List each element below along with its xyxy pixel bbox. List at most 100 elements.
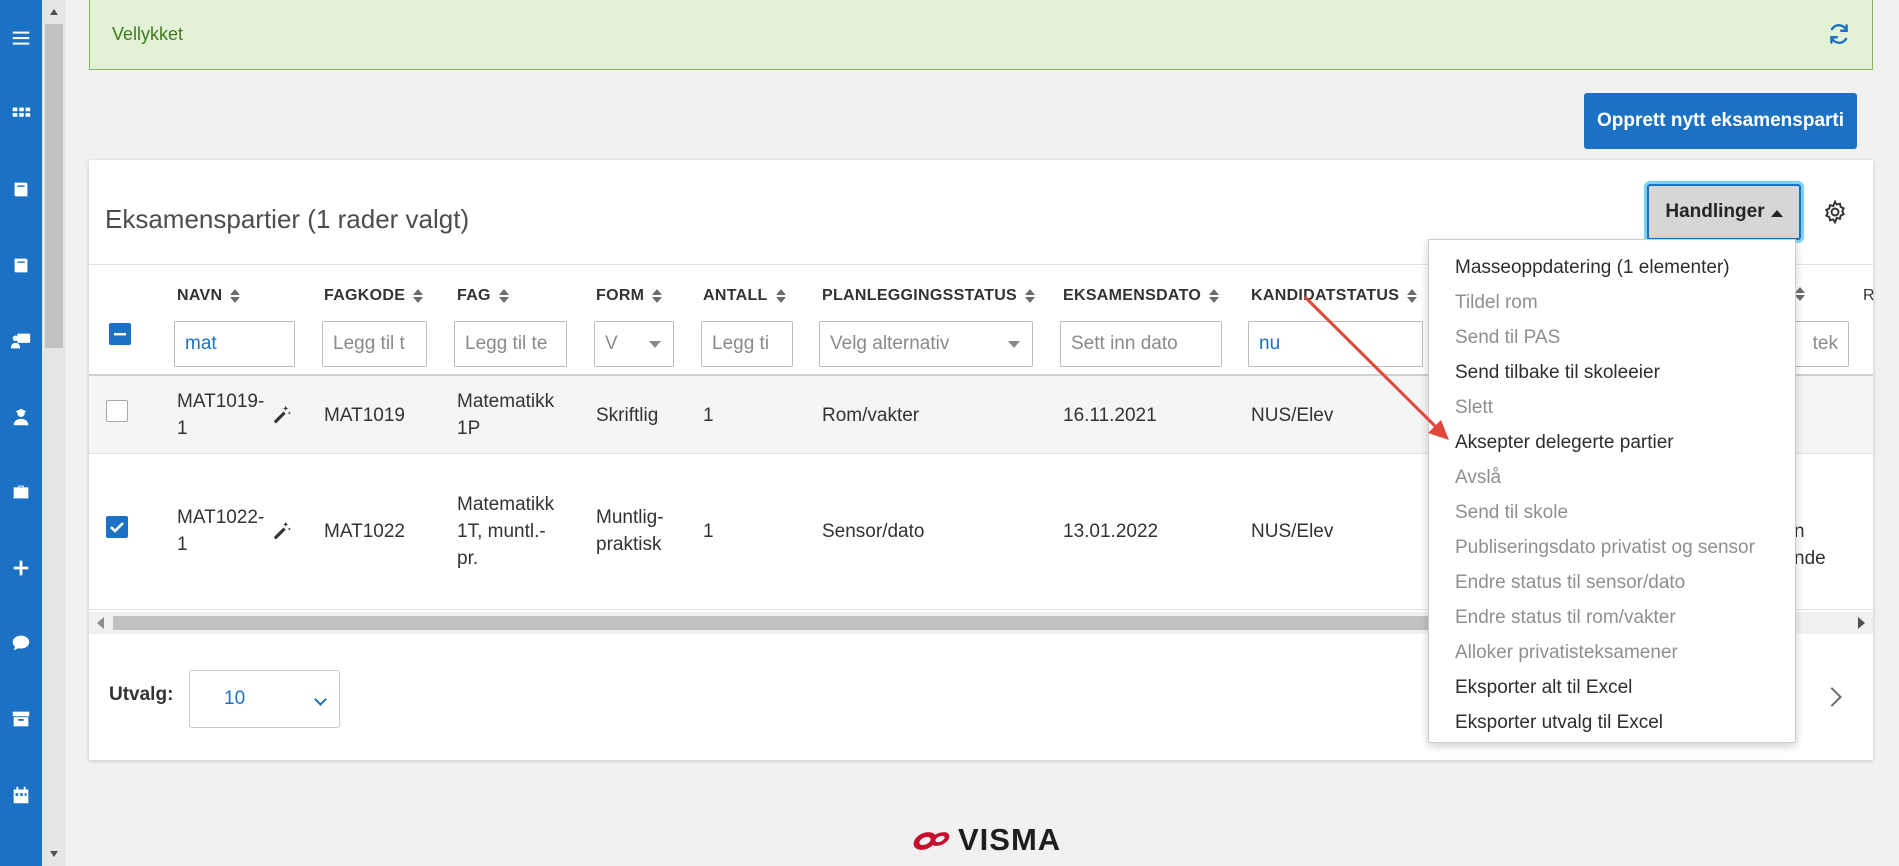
filter-placeholder: Sett inn dato bbox=[1071, 333, 1178, 354]
cell-fag: Matematikk 1T, muntl.- pr. bbox=[457, 491, 554, 572]
fag-line: 1T, muntl.- bbox=[457, 521, 546, 542]
filter-fagkode-input[interactable]: Legg til t bbox=[322, 321, 427, 367]
calendar-icon[interactable] bbox=[0, 775, 42, 815]
grid-icon[interactable] bbox=[0, 94, 42, 134]
cell-eksamensdato: 16.11.2021 bbox=[1063, 405, 1157, 426]
cell-form: Skriftlig bbox=[596, 405, 659, 426]
column-label: NAVN bbox=[177, 287, 223, 304]
sort-icon bbox=[1209, 289, 1220, 303]
page-scrollbar[interactable] bbox=[42, 0, 66, 866]
scroll-left-arrow-icon[interactable] bbox=[97, 617, 104, 629]
column-header-partial[interactable] bbox=[1795, 287, 1805, 301]
menu-item-alloker-privatisteksamener: Alloker privatisteksamener bbox=[1455, 641, 1678, 663]
filter-planleggingsstatus-select[interactable]: Velg alternativ bbox=[819, 321, 1033, 367]
filter-kandidatstatus-input[interactable]: nu bbox=[1248, 321, 1423, 367]
filter-fag-input[interactable]: Legg til te bbox=[454, 321, 567, 367]
cell-form: Muntlig-praktisk bbox=[596, 504, 664, 558]
cell-planleggingsstatus: Sensor/dato bbox=[822, 521, 925, 542]
visma-logo-icon bbox=[913, 832, 950, 850]
filter-placeholder: Legg til t bbox=[333, 333, 405, 354]
column-header-antall[interactable]: ANTALL bbox=[703, 287, 786, 305]
column-label: EKSAMENSDATO bbox=[1063, 287, 1202, 304]
column-header-form[interactable]: FORM bbox=[596, 287, 663, 305]
column-label: KANDIDATSTATUS bbox=[1251, 287, 1400, 304]
scroll-down-arrow-icon[interactable] bbox=[42, 846, 66, 862]
cell-eksamensdato: 13.01.2022 bbox=[1063, 521, 1159, 542]
column-label: ANTALL bbox=[703, 287, 768, 304]
filter-placeholder: Legg til te bbox=[465, 333, 548, 354]
book-icon[interactable] bbox=[0, 170, 42, 210]
filter-partial-input[interactable]: tek bbox=[1789, 321, 1849, 367]
briefcase-icon[interactable] bbox=[0, 472, 42, 512]
chat-icon[interactable] bbox=[0, 623, 42, 663]
form-line: Muntlig- bbox=[596, 507, 664, 528]
filter-value: mat bbox=[185, 333, 217, 354]
magic-wand-icon[interactable] bbox=[271, 404, 293, 426]
chevron-down-icon bbox=[314, 693, 327, 706]
actions-dropdown-button[interactable]: Handlinger bbox=[1647, 184, 1801, 240]
menu-item-aksepter-delegerte-partier[interactable]: Aksepter delegerte partier bbox=[1429, 425, 1795, 460]
menu-item-avsla: Avslå bbox=[1455, 466, 1502, 488]
cell-fragment: nde bbox=[1794, 548, 1826, 569]
archive-icon[interactable] bbox=[0, 699, 42, 739]
column-header-navn[interactable]: NAVN bbox=[177, 287, 241, 305]
book-icon[interactable] bbox=[0, 246, 42, 286]
caret-up-icon bbox=[1770, 209, 1783, 217]
success-alert: Vellykket bbox=[89, 0, 1873, 70]
select-all-checkbox[interactable] bbox=[109, 323, 131, 345]
cell-kandidatstatus: NUS/Elev bbox=[1251, 521, 1334, 542]
scrollbar-thumb[interactable] bbox=[45, 24, 63, 348]
fag-line: Matematikk bbox=[457, 391, 555, 412]
column-header-eksamensdato[interactable]: EKSAMENSDATO bbox=[1063, 287, 1220, 305]
sort-icon bbox=[230, 289, 241, 303]
menu-item-send-tilbake-til-skoleeier[interactable]: Send tilbake til skoleeier bbox=[1429, 355, 1795, 390]
column-header-planleggingsstatus[interactable]: PLANLEGGINGSSTATUS bbox=[822, 287, 1036, 305]
menu-item-eksporter-alt[interactable]: Eksporter alt til Excel bbox=[1429, 670, 1795, 705]
filter-placeholder: Legg ti bbox=[712, 333, 770, 354]
page-size-label: Utvalg: bbox=[109, 684, 174, 705]
row-checkbox[interactable] bbox=[106, 516, 128, 538]
filter-navn-input[interactable]: mat bbox=[174, 321, 295, 367]
scroll-up-arrow-icon[interactable] bbox=[42, 4, 66, 20]
row-checkbox[interactable] bbox=[106, 400, 128, 422]
cell-fagkode: MAT1022 bbox=[324, 521, 405, 542]
column-label: FAG bbox=[457, 287, 491, 304]
menu-item-masseoppdatering[interactable]: Masseoppdatering (1 elementer) bbox=[1429, 250, 1795, 285]
refresh-icon[interactable] bbox=[1824, 19, 1854, 49]
menu-item-send-til-pas: Send til PAS bbox=[1455, 326, 1561, 348]
sort-icon bbox=[498, 289, 509, 303]
column-label: R bbox=[1863, 287, 1875, 304]
page-size-select[interactable]: 10 bbox=[189, 670, 340, 728]
filter-eksamensdato-input[interactable]: Sett inn dato bbox=[1060, 321, 1222, 367]
plus-icon[interactable] bbox=[0, 548, 42, 588]
alert-text: Vellykket bbox=[112, 24, 184, 44]
column-label: PLANLEGGINGSSTATUS bbox=[822, 287, 1018, 304]
scrollbar-thumb[interactable] bbox=[113, 616, 1513, 630]
navn-line: 1 bbox=[177, 418, 188, 439]
card-title: Eksamenspartier (1 rader valgt) bbox=[105, 204, 470, 234]
filter-form-select[interactable]: V bbox=[594, 321, 674, 367]
gear-icon[interactable] bbox=[1822, 199, 1848, 225]
cell-antall: 1 bbox=[703, 405, 714, 426]
column-header-fagkode[interactable]: FAGKODE bbox=[324, 287, 424, 305]
menu-item-status-sensor-dato: Endre status til sensor/dato bbox=[1455, 571, 1686, 593]
column-header-kandidatstatus[interactable]: KANDIDATSTATUS bbox=[1251, 287, 1418, 305]
menu-item-status-rom-vakter: Endre status til rom/vakter bbox=[1455, 606, 1676, 628]
filter-antall-input[interactable]: Legg ti bbox=[701, 321, 793, 367]
scroll-right-arrow-icon[interactable] bbox=[1858, 617, 1865, 629]
student-icon[interactable] bbox=[0, 397, 42, 437]
create-exam-party-button[interactable]: Opprett nytt eksamensparti bbox=[1584, 93, 1857, 149]
magic-wand-icon[interactable] bbox=[271, 520, 293, 542]
next-page-chevron-icon[interactable] bbox=[1822, 687, 1842, 707]
column-label: FORM bbox=[596, 287, 645, 304]
column-header-tail: R bbox=[1863, 287, 1875, 305]
fag-line: Matematikk bbox=[457, 494, 555, 515]
menu-icon[interactable] bbox=[0, 18, 42, 58]
teacher-icon[interactable] bbox=[0, 321, 42, 361]
column-header-fag[interactable]: FAG bbox=[457, 287, 509, 305]
chevron-down-icon bbox=[649, 341, 661, 348]
page-size-value: 10 bbox=[224, 688, 246, 709]
menu-item-tildel-rom: Tildel rom bbox=[1455, 291, 1538, 313]
menu-item-eksporter-utvalg[interactable]: Eksporter utvalg til Excel bbox=[1429, 705, 1795, 740]
sort-icon bbox=[775, 289, 786, 303]
